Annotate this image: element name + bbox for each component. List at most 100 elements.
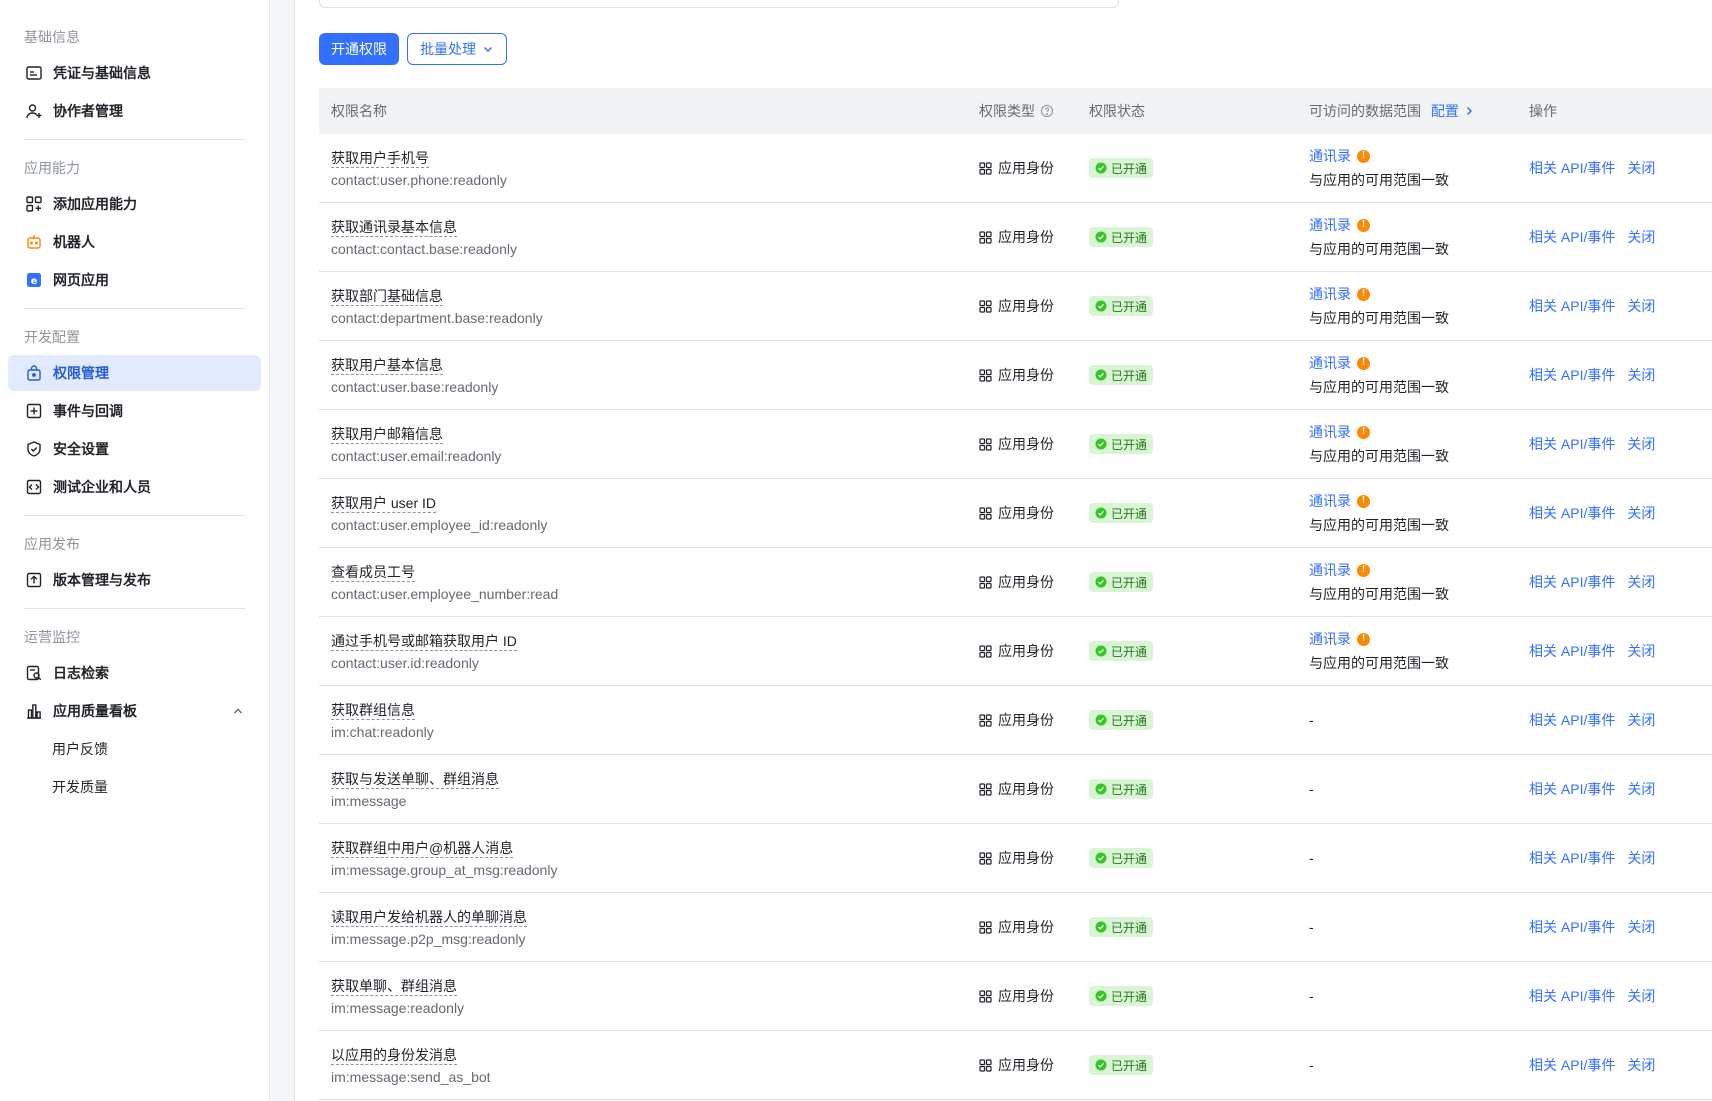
scope-config-link[interactable]: 配置 <box>1431 101 1475 121</box>
apps-add-icon <box>25 195 43 213</box>
permission-name[interactable]: 获取与发送单聊、群组消息 <box>331 770 499 789</box>
related-api-link[interactable]: 相关 API/事件 <box>1529 1055 1615 1075</box>
sidebar-item-test-tenant[interactable]: 测试企业和人员 <box>8 469 261 505</box>
help-icon[interactable] <box>1040 104 1054 118</box>
close-permission-link[interactable]: 关闭 <box>1627 641 1655 661</box>
permission-name[interactable]: 获取通讯录基本信息 <box>331 218 457 237</box>
permission-name[interactable]: 获取用户基本信息 <box>331 356 443 375</box>
related-api-link[interactable]: 相关 API/事件 <box>1529 641 1615 661</box>
type-cell: 应用身份 <box>979 572 1089 592</box>
scope-contacts-link[interactable]: 通讯录! <box>1309 215 1370 235</box>
sidebar-item-web-app[interactable]: e 网页应用 <box>8 262 261 298</box>
sidebar-item-dev-quality[interactable]: 开发质量 <box>8 769 261 805</box>
sidebar-item-label: 权限管理 <box>53 365 109 381</box>
app-grid-icon <box>979 713 992 727</box>
scope-cell: - <box>1309 781 1529 797</box>
permission-name[interactable]: 通过手机号或邮箱获取用户 ID <box>331 632 517 651</box>
permission-code: im:chat:readonly <box>331 723 434 740</box>
related-api-link[interactable]: 相关 API/事件 <box>1529 503 1615 523</box>
close-permission-link[interactable]: 关闭 <box>1627 710 1655 730</box>
permission-cell: 读取用户发给机器人的单聊消息 im:message.p2p_msg:readonl… <box>319 908 979 947</box>
related-api-link[interactable]: 相关 API/事件 <box>1529 848 1615 868</box>
type-cell: 应用身份 <box>979 779 1089 799</box>
type-cell: 应用身份 <box>979 710 1089 730</box>
permission-name[interactable]: 获取用户手机号 <box>331 149 429 168</box>
permission-cell: 获取用户邮箱信息 contact:user.email:readonly <box>319 425 979 464</box>
close-permission-link[interactable]: 关闭 <box>1627 227 1655 247</box>
scope-contacts-link[interactable]: 通讯录! <box>1309 146 1370 166</box>
permission-code: contact:user.employee_id:readonly <box>331 516 548 533</box>
batch-actions-button[interactable]: 批量处理 <box>407 33 507 65</box>
scope-contacts-link[interactable]: 通讯录! <box>1309 560 1370 580</box>
app-grid-icon <box>979 989 992 1003</box>
header-name: 权限名称 <box>331 103 387 119</box>
close-permission-link[interactable]: 关闭 <box>1627 779 1655 799</box>
scope-contacts-link[interactable]: 通讯录! <box>1309 353 1370 373</box>
related-api-link[interactable]: 相关 API/事件 <box>1529 572 1615 592</box>
permission-code: im:message:readonly <box>331 999 465 1016</box>
sidebar-item-user-feedback[interactable]: 用户反馈 <box>8 731 261 767</box>
sidebar-item-quality-board[interactable]: 应用质量看板 <box>8 693 261 729</box>
close-permission-link[interactable]: 关闭 <box>1627 1055 1655 1075</box>
permission-name[interactable]: 查看成员工号 <box>331 563 415 582</box>
close-permission-link[interactable]: 关闭 <box>1627 917 1655 937</box>
related-api-link[interactable]: 相关 API/事件 <box>1529 986 1615 1006</box>
permission-name[interactable]: 读取用户发给机器人的单聊消息 <box>331 908 527 927</box>
scope-empty: - <box>1309 1057 1314 1073</box>
sidebar-item-log-search[interactable]: 日志检索 <box>8 655 261 691</box>
sidebar-item-add-capability[interactable]: 添加应用能力 <box>8 186 261 222</box>
permission-name[interactable]: 获取群组信息 <box>331 701 415 720</box>
related-api-link[interactable]: 相关 API/事件 <box>1529 917 1615 937</box>
status-badge: 已开通 <box>1089 227 1154 247</box>
enable-permission-button[interactable]: 开通权限 <box>319 33 399 65</box>
sidebar-item-credentials[interactable]: 凭证与基础信息 <box>8 55 261 91</box>
close-permission-link[interactable]: 关闭 <box>1627 572 1655 592</box>
close-permission-link[interactable]: 关闭 <box>1627 296 1655 316</box>
sidebar-item-label: 日志检索 <box>53 665 109 681</box>
permission-name[interactable]: 以应用的身份发消息 <box>331 1046 457 1065</box>
scope-contacts-link[interactable]: 通讯录! <box>1309 422 1370 442</box>
close-permission-link[interactable]: 关闭 <box>1627 503 1655 523</box>
sidebar-item-events[interactable]: 事件与回调 <box>8 393 261 429</box>
close-permission-link[interactable]: 关闭 <box>1627 986 1655 1006</box>
permission-name[interactable]: 获取群组中用户@机器人消息 <box>331 839 514 858</box>
scope-cell: - <box>1309 712 1529 728</box>
close-permission-link[interactable]: 关闭 <box>1627 848 1655 868</box>
permission-name[interactable]: 获取用户 user ID <box>331 494 437 513</box>
app-grid-icon <box>979 575 992 589</box>
close-permission-link[interactable]: 关闭 <box>1627 434 1655 454</box>
table-row: 获取群组中用户@机器人消息 im:message.group_at_msg:rea… <box>319 824 1712 893</box>
sidebar-item-robot[interactable]: 机器人 <box>8 224 261 260</box>
scope-cell: 通讯录! 与应用的可用范围一致 <box>1309 422 1529 466</box>
scope-cell: - <box>1309 850 1529 866</box>
table-row: 通过手机号或邮箱获取用户 ID contact:user.id:readonly 应… <box>319 617 1712 686</box>
related-api-link[interactable]: 相关 API/事件 <box>1529 710 1615 730</box>
status-cell: 已开通 <box>1089 365 1309 385</box>
status-label: 已开通 <box>1111 713 1148 728</box>
sidebar-item-permissions[interactable]: 权限管理 <box>8 355 261 391</box>
sidebar-item-collaborators[interactable]: 协作者管理 <box>8 93 261 129</box>
related-api-link[interactable]: 相关 API/事件 <box>1529 227 1615 247</box>
check-circle-icon <box>1095 714 1107 726</box>
close-permission-link[interactable]: 关闭 <box>1627 365 1655 385</box>
close-permission-link[interactable]: 关闭 <box>1627 158 1655 178</box>
permission-code: im:message <box>331 792 407 809</box>
chevron-up-icon[interactable] <box>231 704 245 718</box>
sidebar-item-security[interactable]: 安全设置 <box>8 431 261 467</box>
permission-name[interactable]: 获取用户邮箱信息 <box>331 425 443 444</box>
related-api-link[interactable]: 相关 API/事件 <box>1529 296 1615 316</box>
related-api-link[interactable]: 相关 API/事件 <box>1529 365 1615 385</box>
header-ops: 操作 <box>1529 103 1557 119</box>
related-api-link[interactable]: 相关 API/事件 <box>1529 158 1615 178</box>
related-api-link[interactable]: 相关 API/事件 <box>1529 434 1615 454</box>
scope-contacts-link[interactable]: 通讯录! <box>1309 491 1370 511</box>
permission-name[interactable]: 获取单聊、群组消息 <box>331 977 457 996</box>
sidebar-item-versions[interactable]: 版本管理与发布 <box>8 562 261 598</box>
type-label: 应用身份 <box>998 298 1054 314</box>
related-api-link[interactable]: 相关 API/事件 <box>1529 779 1615 799</box>
scope-contacts-link[interactable]: 通讯录! <box>1309 284 1370 304</box>
scope-cell: - <box>1309 919 1529 935</box>
permission-name[interactable]: 获取部门基础信息 <box>331 287 443 306</box>
status-cell: 已开通 <box>1089 641 1309 661</box>
scope-contacts-link[interactable]: 通讯录! <box>1309 629 1370 649</box>
